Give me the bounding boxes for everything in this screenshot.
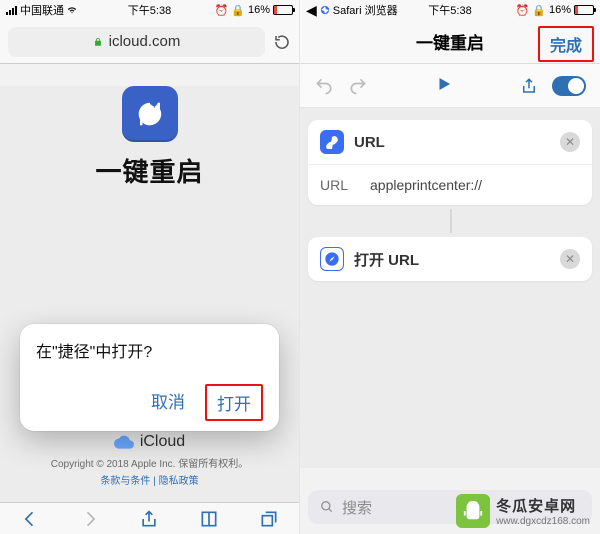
battery-percent: 16%: [549, 4, 571, 16]
address-field[interactable]: icloud.com: [8, 27, 265, 57]
icloud-label: iCloud: [140, 433, 185, 451]
shortcut-canvas: URL ✕ URL appleprintcenter:// 打开 URL ✕: [300, 108, 600, 468]
icloud-icon: [114, 435, 134, 449]
shortcut-title: 一键重启: [0, 152, 299, 189]
open-in-shortcuts-dialog: 在"捷径"中打开? 取消 打开: [20, 324, 279, 431]
copyright: Copyright © 2018 Apple Inc. 保留所有权利。: [0, 455, 299, 470]
search-icon: [320, 500, 334, 514]
run-icon[interactable]: [435, 75, 453, 93]
url-action-block[interactable]: URL ✕ URL appleprintcenter://: [308, 120, 592, 205]
wifi-icon: [67, 5, 77, 15]
undo-icon[interactable]: [314, 76, 334, 96]
page-content: 一键重启 获取捷径 iCloud Copyright © 2018 Apple …: [0, 86, 299, 524]
watermark-url: www.dgxcdz168.com: [496, 516, 590, 527]
orientation-lock-icon: 🔒: [532, 4, 546, 17]
share-icon[interactable]: [520, 77, 538, 95]
forward-icon[interactable]: [80, 509, 100, 529]
status-bar: 中国联通 下午5:38 ⏰ 🔒 16%: [0, 0, 299, 20]
shortcuts-nav: 一键重启 完成: [300, 20, 600, 64]
lock-icon: [93, 37, 103, 47]
editor-toolbar: [300, 64, 600, 108]
safari-address-bar: icloud.com: [0, 20, 299, 64]
search-placeholder: 搜索: [342, 497, 372, 518]
alarm-icon: ⏰: [516, 4, 530, 17]
open-url-action-block[interactable]: 打开 URL ✕: [308, 237, 592, 281]
redo-icon[interactable]: [348, 76, 368, 96]
alarm-icon: ⏰: [215, 4, 229, 17]
watermark: 冬瓜安卓网 www.dgxcdz168.com: [456, 494, 590, 528]
shortcut-app-icon: [122, 86, 178, 142]
watermark-icon: [456, 494, 490, 528]
back-app-label: Safari 浏览器: [333, 2, 398, 18]
settings-toggle-icon[interactable]: [552, 76, 586, 96]
nav-title: 一键重启: [416, 29, 484, 54]
share-icon[interactable]: [139, 509, 159, 529]
right-screenshot: ◀ Safari 浏览器 下午5:38 ⏰ 🔒 16% 一键重启 完成: [300, 0, 600, 534]
orientation-lock-icon: 🔒: [231, 4, 245, 17]
bookmarks-icon[interactable]: [199, 509, 219, 529]
delete-block-button[interactable]: ✕: [560, 132, 580, 152]
block-title: 打开 URL: [354, 249, 550, 270]
safari-icon: [320, 5, 330, 15]
safari-toolbar: [0, 502, 299, 534]
watermark-brand: 冬瓜安卓网: [496, 495, 590, 516]
block-connector: [308, 213, 592, 229]
open-button[interactable]: 打开: [205, 384, 263, 421]
signal-icon: [6, 6, 17, 15]
url-value: appleprintcenter://: [370, 177, 482, 193]
tabs-icon[interactable]: [259, 509, 279, 529]
back-icon[interactable]: [20, 509, 40, 529]
dialog-message: 在"捷径"中打开?: [36, 338, 263, 362]
block-title: URL: [354, 134, 550, 151]
cancel-button[interactable]: 取消: [141, 384, 195, 421]
footer-links: 条款与条件 | 隐私政策: [0, 472, 299, 487]
url-key: URL: [320, 177, 356, 193]
safari-action-icon: [320, 247, 344, 271]
delete-block-button[interactable]: ✕: [560, 249, 580, 269]
status-bar: ◀ Safari 浏览器 下午5:38 ⏰ 🔒 16%: [300, 0, 600, 20]
privacy-link[interactable]: 隐私政策: [159, 476, 199, 487]
battery-icon: [574, 5, 594, 15]
address-domain: icloud.com: [109, 33, 181, 50]
battery-percent: 16%: [248, 4, 270, 16]
done-button[interactable]: 完成: [538, 26, 594, 62]
carrier-label: 中国联通: [20, 2, 64, 18]
link-icon: [320, 130, 344, 154]
icloud-row: iCloud: [0, 433, 299, 451]
reload-icon[interactable]: [273, 33, 291, 51]
terms-link[interactable]: 条款与条件: [100, 476, 150, 487]
url-row[interactable]: URL appleprintcenter://: [308, 164, 592, 205]
left-screenshot: 中国联通 下午5:38 ⏰ 🔒 16% icloud.com: [0, 0, 300, 534]
battery-icon: [273, 5, 293, 15]
back-to-safari[interactable]: ◀: [306, 2, 317, 19]
